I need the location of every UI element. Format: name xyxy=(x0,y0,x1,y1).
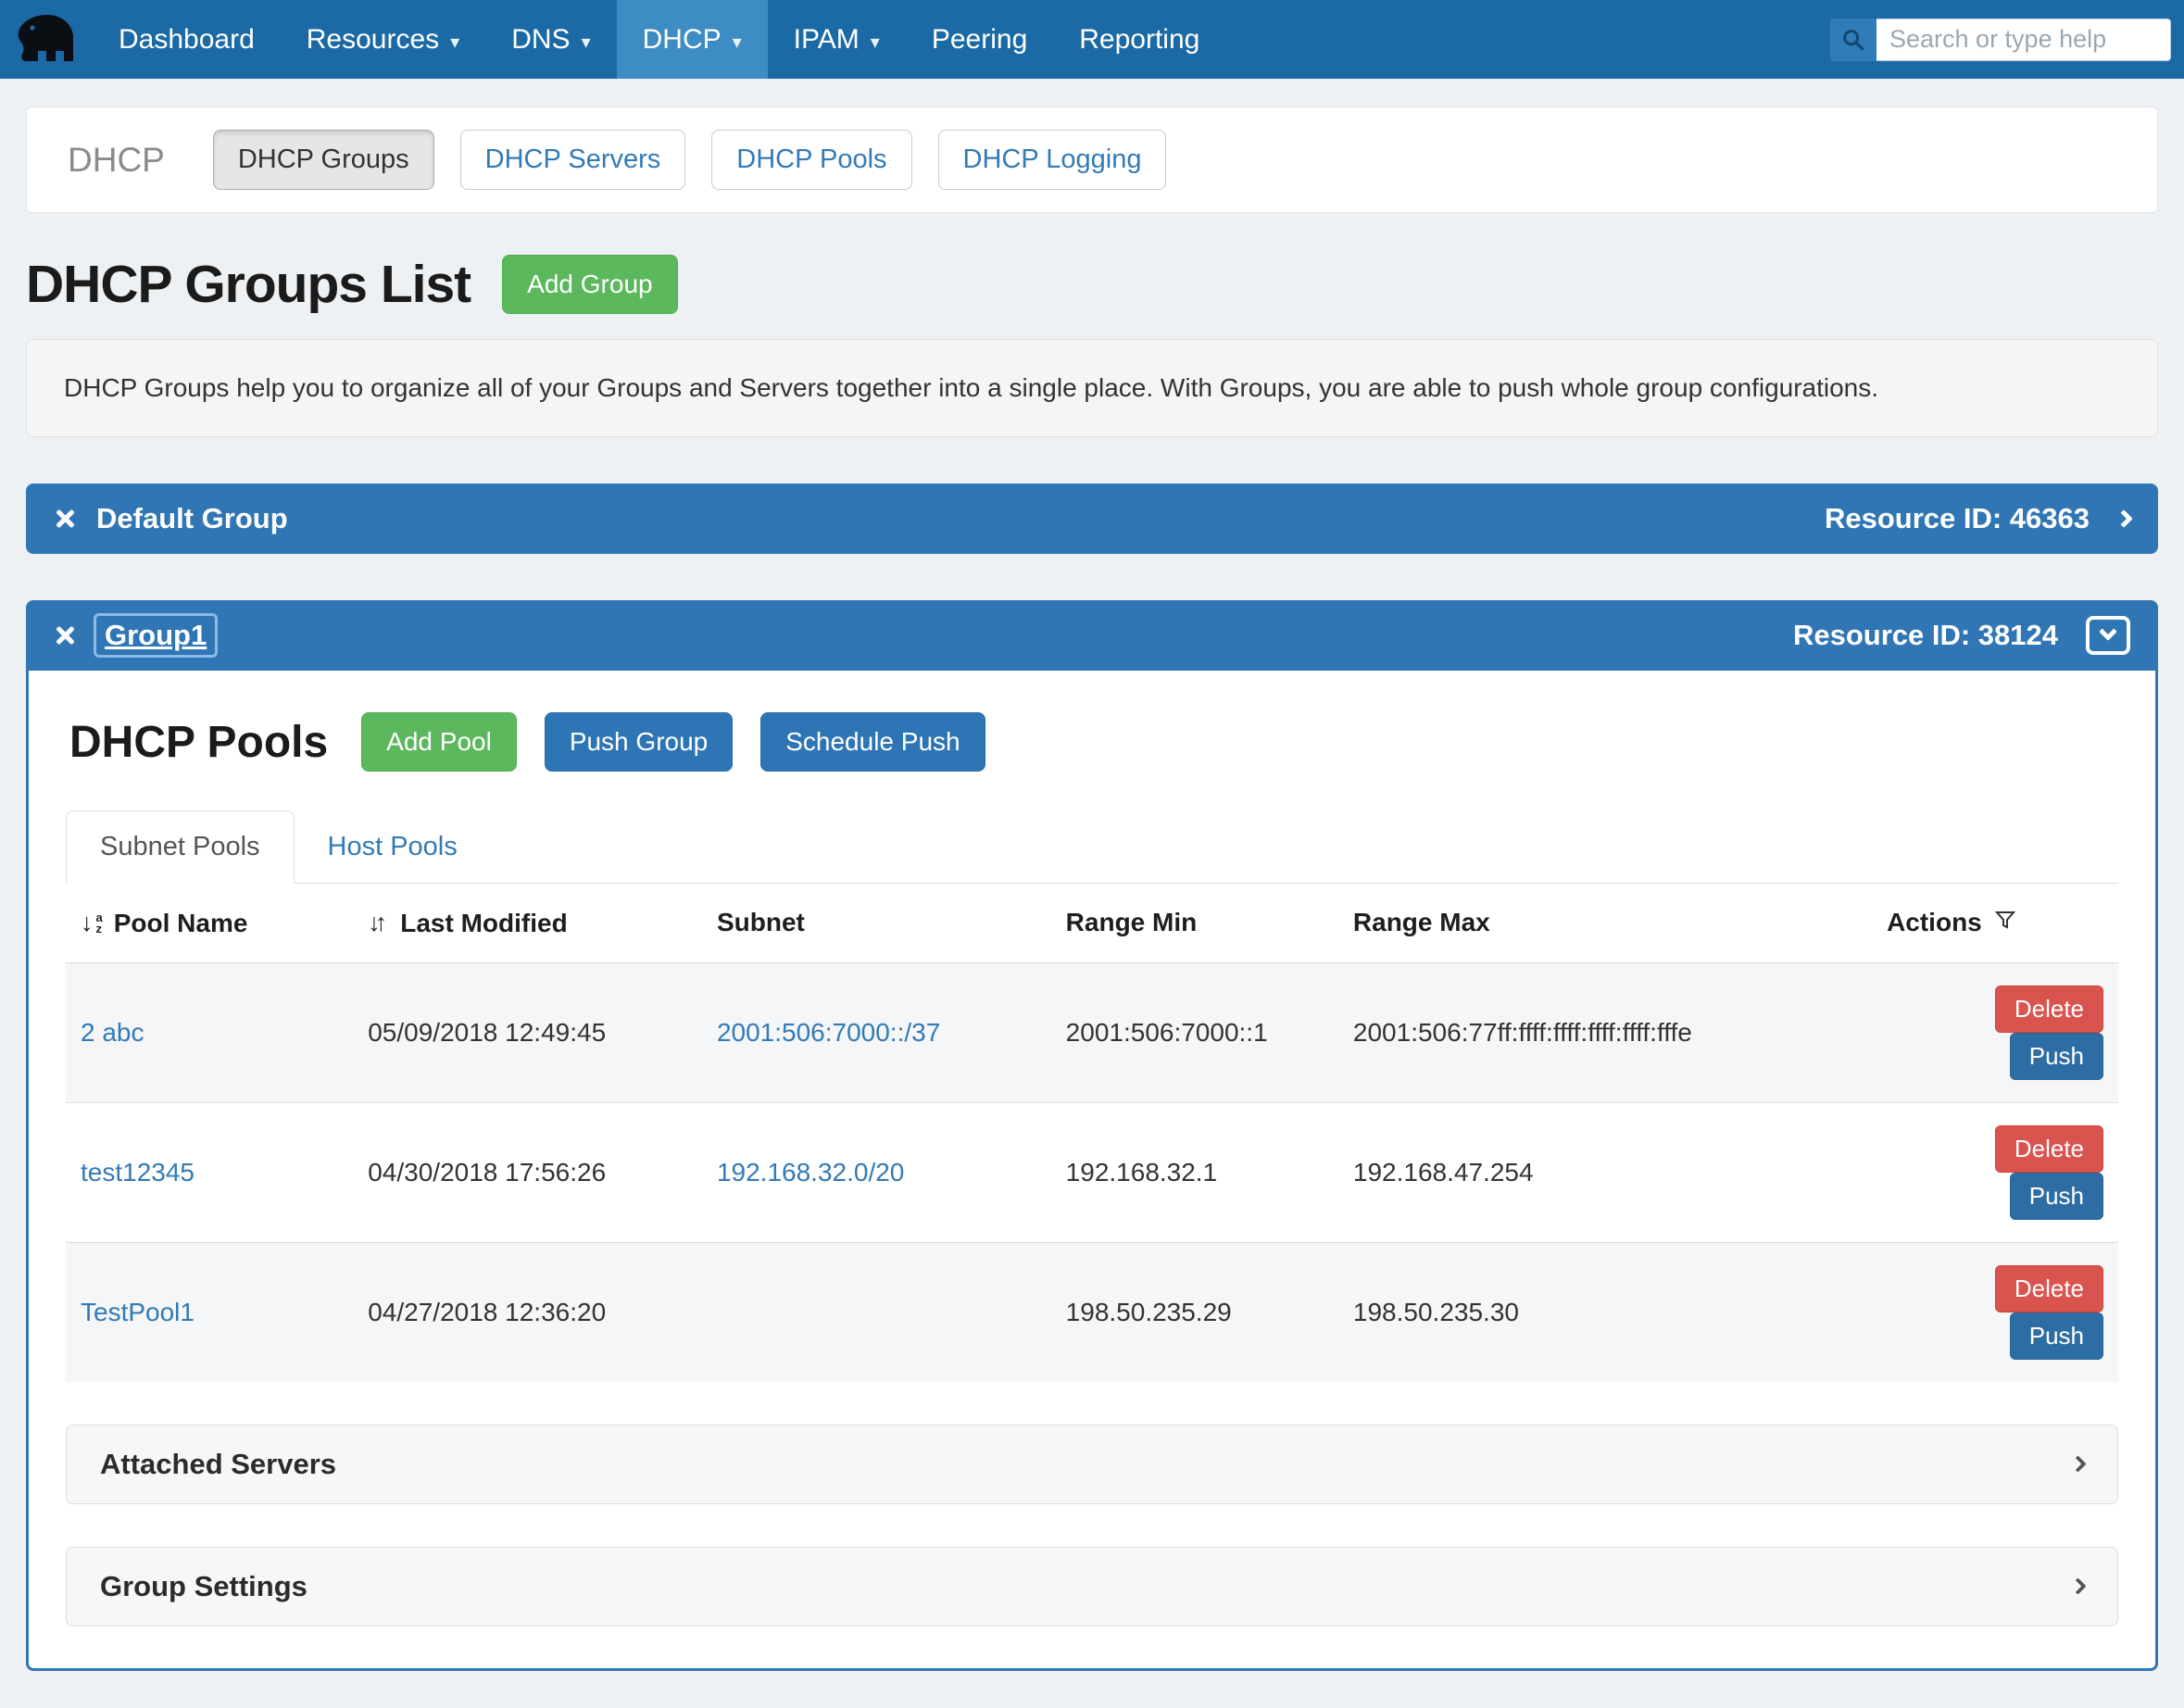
main-navigation: Dashboard Resources ▾ DNS ▾ DHCP ▾ IPAM … xyxy=(93,0,1225,79)
pool-name-link[interactable]: 2 abc xyxy=(81,1018,144,1047)
range-max-cell: 2001:506:77ff:ffff:ffff:ffff:ffff:fffe xyxy=(1338,962,1872,1102)
search-icon[interactable] xyxy=(1830,19,1876,61)
subnav-dhcp-pools-button[interactable]: DHCP Pools xyxy=(711,130,911,190)
push-group-button[interactable]: Push Group xyxy=(545,712,733,772)
nav-item-peering[interactable]: Peering xyxy=(906,0,1053,79)
remove-group-icon[interactable] xyxy=(54,507,76,531)
group-header-default[interactable]: Default Group Resource ID: 46363 xyxy=(26,484,2158,554)
nav-item-label: IPAM xyxy=(794,24,860,56)
page-header: DHCP Groups List Add Group xyxy=(26,254,2158,315)
nav-item-label: DNS xyxy=(511,24,570,56)
filter-icon[interactable] xyxy=(1993,908,2017,937)
attached-servers-bar[interactable]: Attached Servers xyxy=(66,1425,2118,1504)
last-modified-cell: 04/30/2018 17:56:26 xyxy=(353,1102,702,1242)
nav-item-dashboard[interactable]: Dashboard xyxy=(93,0,281,79)
sort-alphanumeric-icon[interactable]: ↓az xyxy=(81,911,103,936)
top-navbar: Dashboard Resources ▾ DNS ▾ DHCP ▾ IPAM … xyxy=(0,0,2184,79)
attached-servers-label: Attached Servers xyxy=(100,1448,336,1481)
chevron-down-icon: ▾ xyxy=(450,31,459,54)
table-header-row: ↓az Pool Name ↓↑ Last Modified Subnet xyxy=(66,884,2118,962)
group-name: Default Group xyxy=(96,502,288,535)
column-range-min: Range Min xyxy=(1051,884,1338,962)
resource-id-label: Resource ID: 38124 xyxy=(1793,619,2058,652)
add-pool-button[interactable]: Add Pool xyxy=(361,712,517,772)
push-button[interactable]: Push xyxy=(2010,1033,2103,1080)
nav-item-label: Peering xyxy=(932,24,1027,56)
group-body: DHCP Pools Add Pool Push Group Schedule … xyxy=(26,671,2158,1671)
page-title: DHCP Groups List xyxy=(26,254,471,315)
range-min-cell: 2001:506:7000::1 xyxy=(1051,962,1338,1102)
remove-group-icon[interactable] xyxy=(54,623,76,647)
group-name-link[interactable]: Group1 xyxy=(96,616,215,655)
table-row: TestPool1 04/27/2018 12:36:20 198.50.235… xyxy=(66,1242,2118,1382)
group-settings-label: Group Settings xyxy=(100,1570,308,1603)
delete-button[interactable]: Delete xyxy=(1995,1125,2103,1173)
push-button[interactable]: Push xyxy=(2010,1312,2103,1360)
chevron-right-icon xyxy=(2069,1455,2086,1472)
nav-item-ipam[interactable]: IPAM ▾ xyxy=(768,0,906,79)
pool-name-link[interactable]: TestPool1 xyxy=(81,1298,195,1326)
column-actions: Actions xyxy=(1872,884,2118,962)
subnav-dhcp-groups-button[interactable]: DHCP Groups xyxy=(213,130,434,190)
nav-item-dns[interactable]: DNS ▾ xyxy=(485,0,616,79)
column-range-max: Range Max xyxy=(1338,884,1872,962)
nav-item-reporting[interactable]: Reporting xyxy=(1053,0,1225,79)
nav-item-label: Reporting xyxy=(1079,24,1199,56)
sort-icon[interactable]: ↓↑ xyxy=(368,909,382,937)
nav-item-label: DHCP xyxy=(643,24,722,56)
section-label: DHCP xyxy=(68,141,165,180)
collapse-group-button[interactable] xyxy=(2086,616,2130,655)
pool-tabs: Subnet Pools Host Pools xyxy=(66,810,2118,884)
search-input[interactable] xyxy=(1876,19,2171,61)
chevron-right-icon[interactable] xyxy=(2115,509,2133,528)
nav-item-resources[interactable]: Resources ▾ xyxy=(281,0,485,79)
chevron-down-icon xyxy=(2099,622,2117,641)
last-modified-cell: 04/27/2018 12:36:20 xyxy=(353,1242,702,1382)
pools-header: DHCP Pools Add Pool Push Group Schedule … xyxy=(69,712,2115,772)
pool-name-link[interactable]: test12345 xyxy=(81,1158,195,1187)
column-pool-name[interactable]: ↓az Pool Name xyxy=(66,884,353,962)
app-logo[interactable] xyxy=(0,0,93,79)
pools-table: ↓az Pool Name ↓↑ Last Modified Subnet xyxy=(66,884,2118,1382)
nav-item-label: Resources xyxy=(307,24,439,56)
group-settings-bar[interactable]: Group Settings xyxy=(66,1547,2118,1626)
global-search xyxy=(1830,19,2171,61)
tab-host-pools[interactable]: Host Pools xyxy=(295,811,491,883)
subnet-link[interactable]: 2001:506:7000::/37 xyxy=(717,1018,940,1047)
chevron-down-icon: ▾ xyxy=(871,31,880,54)
chevron-down-icon: ▾ xyxy=(733,31,742,54)
column-subnet: Subnet xyxy=(702,884,1051,962)
push-button[interactable]: Push xyxy=(2010,1173,2103,1220)
subnet-link[interactable]: 192.168.32.0/20 xyxy=(717,1158,904,1187)
page-description: DHCP Groups help you to organize all of … xyxy=(26,339,2158,437)
dhcp-subnav: DHCP DHCP Groups DHCP Servers DHCP Pools… xyxy=(26,107,2158,213)
table-row: 2 abc 05/09/2018 12:49:45 2001:506:7000:… xyxy=(66,962,2118,1102)
chevron-right-icon xyxy=(2069,1577,2086,1594)
group-panel-group1: Group1 Resource ID: 38124 DHCP Pools Add… xyxy=(26,600,2158,1671)
range-min-cell: 198.50.235.29 xyxy=(1051,1242,1338,1382)
subnav-dhcp-servers-button[interactable]: DHCP Servers xyxy=(460,130,686,190)
pools-title: DHCP Pools xyxy=(69,717,328,768)
table-row: test12345 04/30/2018 17:56:26 192.168.32… xyxy=(66,1102,2118,1242)
range-max-cell: 192.168.47.254 xyxy=(1338,1102,1872,1242)
delete-button[interactable]: Delete xyxy=(1995,986,2103,1033)
subnav-dhcp-logging-button[interactable]: DHCP Logging xyxy=(938,130,1167,190)
resource-id-label: Resource ID: 46363 xyxy=(1825,502,2090,535)
group-panel-default: Default Group Resource ID: 46363 xyxy=(26,484,2158,554)
nav-item-label: Dashboard xyxy=(119,24,255,56)
column-last-modified[interactable]: ↓↑ Last Modified xyxy=(353,884,702,962)
tab-subnet-pools[interactable]: Subnet Pools xyxy=(66,810,295,884)
nav-item-dhcp[interactable]: DHCP ▾ xyxy=(617,0,768,79)
schedule-push-button[interactable]: Schedule Push xyxy=(760,712,985,772)
range-min-cell: 192.168.32.1 xyxy=(1051,1102,1338,1242)
range-max-cell: 198.50.235.30 xyxy=(1338,1242,1872,1382)
delete-button[interactable]: Delete xyxy=(1995,1265,2103,1312)
chevron-down-icon: ▾ xyxy=(582,31,591,54)
last-modified-cell: 05/09/2018 12:49:45 xyxy=(353,962,702,1102)
mammoth-logo-icon xyxy=(13,11,80,68)
group-header-group1[interactable]: Group1 Resource ID: 38124 xyxy=(26,600,2158,671)
add-group-button[interactable]: Add Group xyxy=(502,255,677,314)
